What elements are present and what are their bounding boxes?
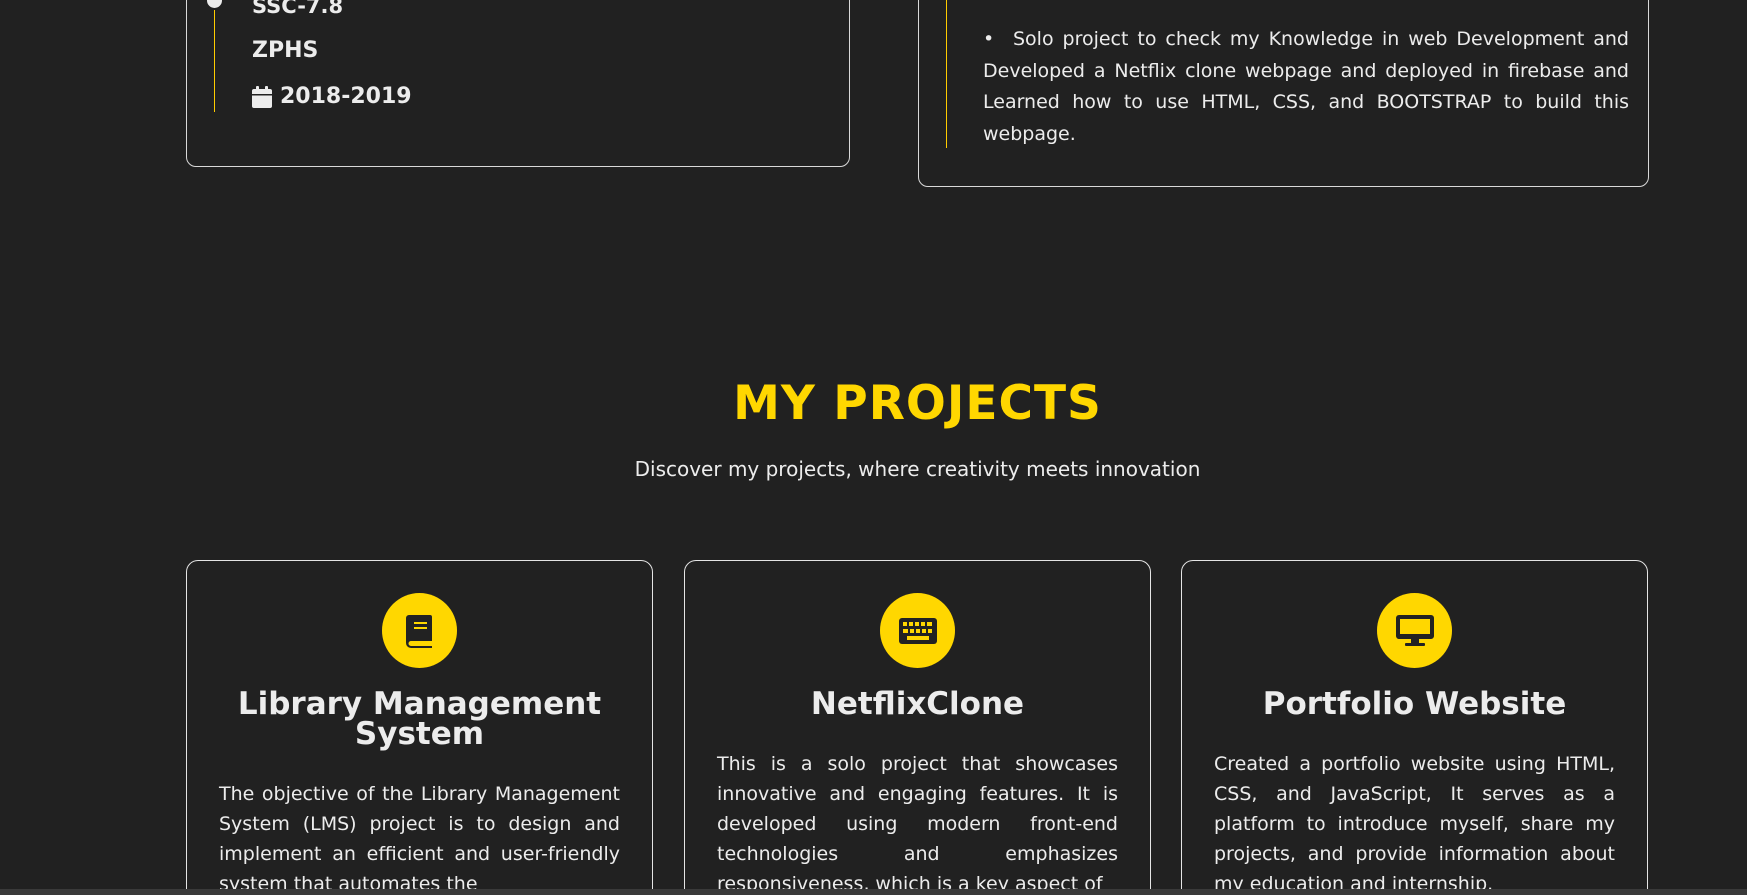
project-card-netflixclone[interactable]: NetflixClone This is a solo project that… — [684, 560, 1151, 895]
book-icon — [405, 614, 432, 648]
project-icon-badge — [382, 593, 457, 668]
experience-bullet: • — [983, 28, 995, 50]
calendar-icon — [252, 85, 272, 108]
project-description: This is a solo project that showcases in… — [717, 753, 1118, 895]
project-description: Created a portfolio website using HTML, … — [1214, 753, 1615, 895]
project-description: The objective of the Library Management … — [219, 783, 620, 895]
education-timeline-line — [214, 0, 215, 112]
experience-timeline-line — [946, 0, 947, 148]
monitor-icon — [1395, 614, 1434, 646]
education-date: 2018-2019 — [252, 84, 412, 109]
project-card-library[interactable]: Library Management System The objective … — [186, 560, 653, 895]
page: SSC-7.8 ZPHS 2018-2019 • Solo project to … — [0, 0, 1747, 895]
project-card-portfolio[interactable]: Portfolio Website Created a portfolio we… — [1181, 560, 1648, 895]
project-title: Portfolio Website — [1262, 686, 1567, 722]
project-icon-badge — [1377, 593, 1452, 668]
project-title: Library Management System — [237, 686, 602, 752]
project-title: NetflixClone — [810, 686, 1025, 722]
experience-text: Solo project to check my Knowledge in we… — [983, 28, 1629, 145]
experience-description: • Solo project to check my Knowledge in w… — [983, 24, 1629, 150]
keyboard-icon — [898, 617, 937, 644]
project-icon-badge — [880, 593, 955, 668]
projects-section-subtitle: Discover my projects, where creativity m… — [634, 457, 1201, 481]
education-date-text: 2018-2019 — [280, 84, 412, 109]
horizontal-scrollbar[interactable] — [0, 889, 1747, 895]
projects-section-title: MY PROJECTS — [733, 376, 1102, 431]
education-school: ZPHS — [252, 38, 319, 63]
education-score: SSC-7.8 — [252, 0, 344, 18]
